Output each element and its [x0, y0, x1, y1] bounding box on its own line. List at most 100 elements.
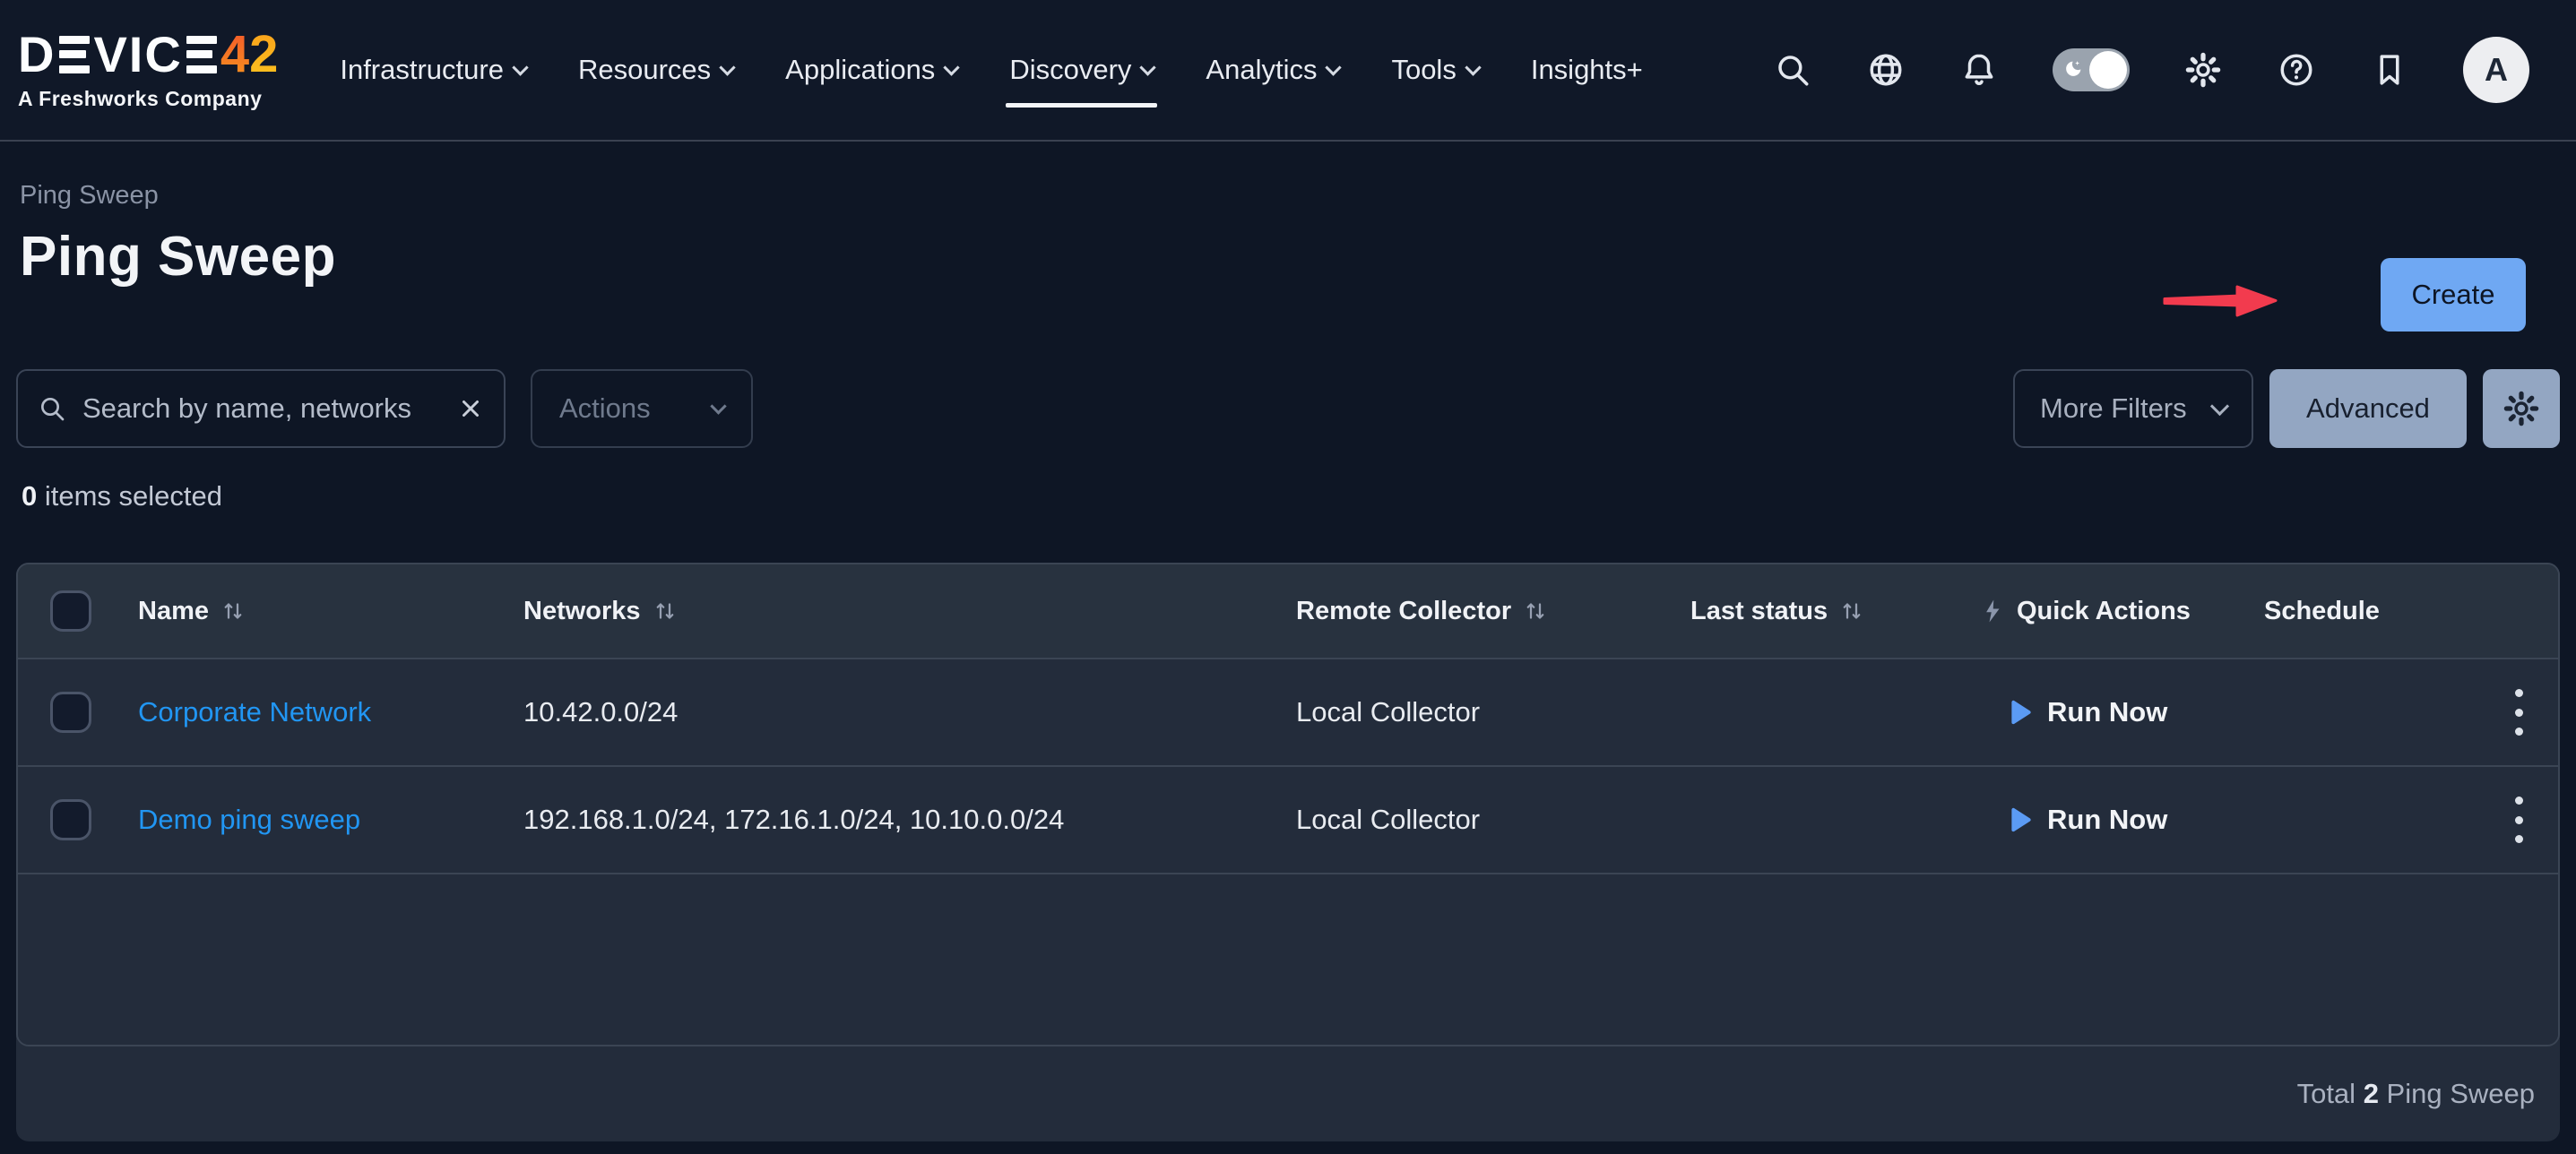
avatar[interactable]: A — [2463, 37, 2529, 103]
gear-icon — [2503, 390, 2540, 427]
remote-collector-cell: Local Collector — [1296, 804, 1690, 836]
table-row: Corporate Network 10.42.0.0/24 Local Col… — [18, 659, 2558, 767]
theme-toggle[interactable] — [2053, 48, 2130, 91]
nav-item-infrastructure[interactable]: Infrastructure — [340, 0, 526, 140]
total-number: 2 — [2364, 1078, 2379, 1109]
column-header-networks[interactable]: Networks — [523, 597, 1296, 626]
column-label: Quick Actions — [2017, 597, 2191, 626]
chevron-down-icon — [512, 59, 528, 75]
nav-item-insights[interactable]: Insights+ — [1531, 0, 1643, 140]
table-footer: Total 2 Ping Sweep — [16, 1046, 2560, 1141]
nav-label: Insights+ — [1531, 54, 1643, 86]
clear-icon[interactable] — [457, 395, 484, 422]
logo-letter: VIC — [93, 30, 182, 80]
avatar-initial: A — [2485, 51, 2508, 89]
search-box[interactable] — [16, 369, 506, 448]
total-suffix: Ping Sweep — [2379, 1078, 2535, 1109]
chevron-down-icon — [2210, 396, 2229, 415]
ping-sweep-name-link[interactable]: Demo ping sweep — [138, 804, 360, 835]
total-count: Total 2 Ping Sweep — [2297, 1078, 2535, 1110]
chevron-down-icon — [710, 398, 726, 414]
logo-number-2: 2 — [249, 29, 278, 81]
logo-number-4: 4 — [220, 29, 249, 81]
nav-utilities: A — [1773, 37, 2529, 103]
nav-item-tools[interactable]: Tools — [1391, 0, 1478, 140]
run-now-label: Run Now — [2047, 696, 2167, 728]
networks-cell: 192.168.1.0/24, 172.16.1.0/24, 10.10.0.0… — [523, 804, 1296, 836]
nav-item-analytics[interactable]: Analytics — [1206, 0, 1339, 140]
select-all-checkbox[interactable] — [50, 590, 91, 632]
annotation-arrow-icon — [2162, 278, 2280, 323]
play-icon — [2010, 699, 2033, 726]
create-button[interactable]: Create — [2381, 258, 2526, 332]
toggle-knob — [2089, 51, 2127, 89]
main-menu: Infrastructure Resources Applications Di… — [314, 0, 1668, 140]
table-settings-button[interactable] — [2483, 369, 2560, 448]
sort-icon[interactable] — [652, 598, 679, 624]
page-content: Ping Sweep Ping Sweep Create Actions Mor… — [0, 181, 2576, 1141]
bell-icon[interactable] — [1959, 50, 1999, 90]
logo-e-bars-icon — [186, 36, 217, 73]
nav-label: Discovery — [1009, 54, 1131, 86]
logo-tagline: A Freshworks Company — [18, 87, 278, 111]
actions-label: Actions — [559, 392, 651, 425]
run-now-button[interactable]: Run Now — [1979, 696, 2264, 728]
remote-collector-cell: Local Collector — [1296, 696, 1690, 728]
chevron-down-icon — [944, 59, 960, 75]
table-panel: Name Networks Remo — [16, 563, 2560, 1141]
sort-icon[interactable] — [220, 598, 246, 624]
more-filters-label: More Filters — [2040, 392, 2187, 425]
breadcrumb[interactable]: Ping Sweep — [20, 181, 2560, 211]
row-checkbox[interactable] — [50, 692, 91, 733]
nav-label: Applications — [785, 54, 935, 86]
device42-logo[interactable]: D VIC 4 2 A Freshworks Company — [18, 30, 278, 111]
filter-row: Actions More Filters Advanced — [16, 369, 2560, 448]
column-header-quick-actions: Quick Actions — [1979, 597, 2264, 626]
run-now-button[interactable]: Run Now — [1979, 804, 2264, 836]
nav-item-applications[interactable]: Applications — [785, 0, 957, 140]
table-row: Demo ping sweep 192.168.1.0/24, 172.16.1… — [18, 767, 2558, 874]
column-label: Remote Collector — [1296, 597, 1511, 626]
logo-wordmark: D VIC 4 2 — [18, 30, 278, 80]
table-empty-area — [18, 874, 2558, 1045]
column-header-last-status[interactable]: Last status — [1690, 597, 1979, 626]
ping-sweep-name-link[interactable]: Corporate Network — [138, 696, 371, 728]
selection-text: items selected — [37, 480, 222, 512]
column-header-name[interactable]: Name — [124, 597, 523, 626]
total-prefix: Total — [2297, 1078, 2364, 1109]
more-filters-dropdown[interactable]: More Filters — [2013, 369, 2253, 448]
table-header-row: Name Networks Remo — [18, 564, 2558, 659]
chevron-down-icon — [719, 59, 735, 75]
actions-dropdown[interactable]: Actions — [531, 369, 753, 448]
kebab-menu-icon[interactable] — [2513, 689, 2524, 736]
chevron-down-icon — [1326, 59, 1342, 75]
logo-letter: D — [18, 30, 56, 80]
advanced-button[interactable]: Advanced — [2269, 369, 2467, 448]
column-label: Schedule — [2264, 597, 2380, 626]
chevron-down-icon — [1465, 59, 1481, 75]
help-icon[interactable] — [2277, 50, 2316, 90]
top-nav: D VIC 4 2 A Freshworks Company Infrastru… — [0, 0, 2576, 142]
logo-e-bars-icon — [59, 36, 90, 73]
row-checkbox[interactable] — [50, 799, 91, 840]
globe-icon[interactable] — [1866, 50, 1906, 90]
column-label: Networks — [523, 597, 641, 626]
nav-item-resources[interactable]: Resources — [578, 0, 733, 140]
play-icon — [2010, 806, 2033, 833]
networks-cell: 10.42.0.0/24 — [523, 696, 1296, 728]
chevron-down-icon — [1140, 59, 1156, 75]
bookmark-icon[interactable] — [2370, 50, 2409, 90]
kebab-menu-icon[interactable] — [2513, 797, 2524, 843]
nav-item-discovery[interactable]: Discovery — [1009, 0, 1154, 140]
column-label: Name — [138, 597, 209, 626]
lightning-icon — [1979, 598, 2006, 624]
selection-count: 0 — [22, 480, 37, 512]
nav-label: Resources — [578, 54, 711, 86]
gear-icon[interactable] — [2183, 50, 2223, 90]
search-icon[interactable] — [1773, 50, 1812, 90]
column-header-remote-collector[interactable]: Remote Collector — [1296, 597, 1690, 626]
search-input[interactable] — [82, 392, 441, 425]
sort-icon[interactable] — [1838, 598, 1865, 624]
nav-label: Tools — [1391, 54, 1456, 86]
sort-icon[interactable] — [1522, 598, 1549, 624]
